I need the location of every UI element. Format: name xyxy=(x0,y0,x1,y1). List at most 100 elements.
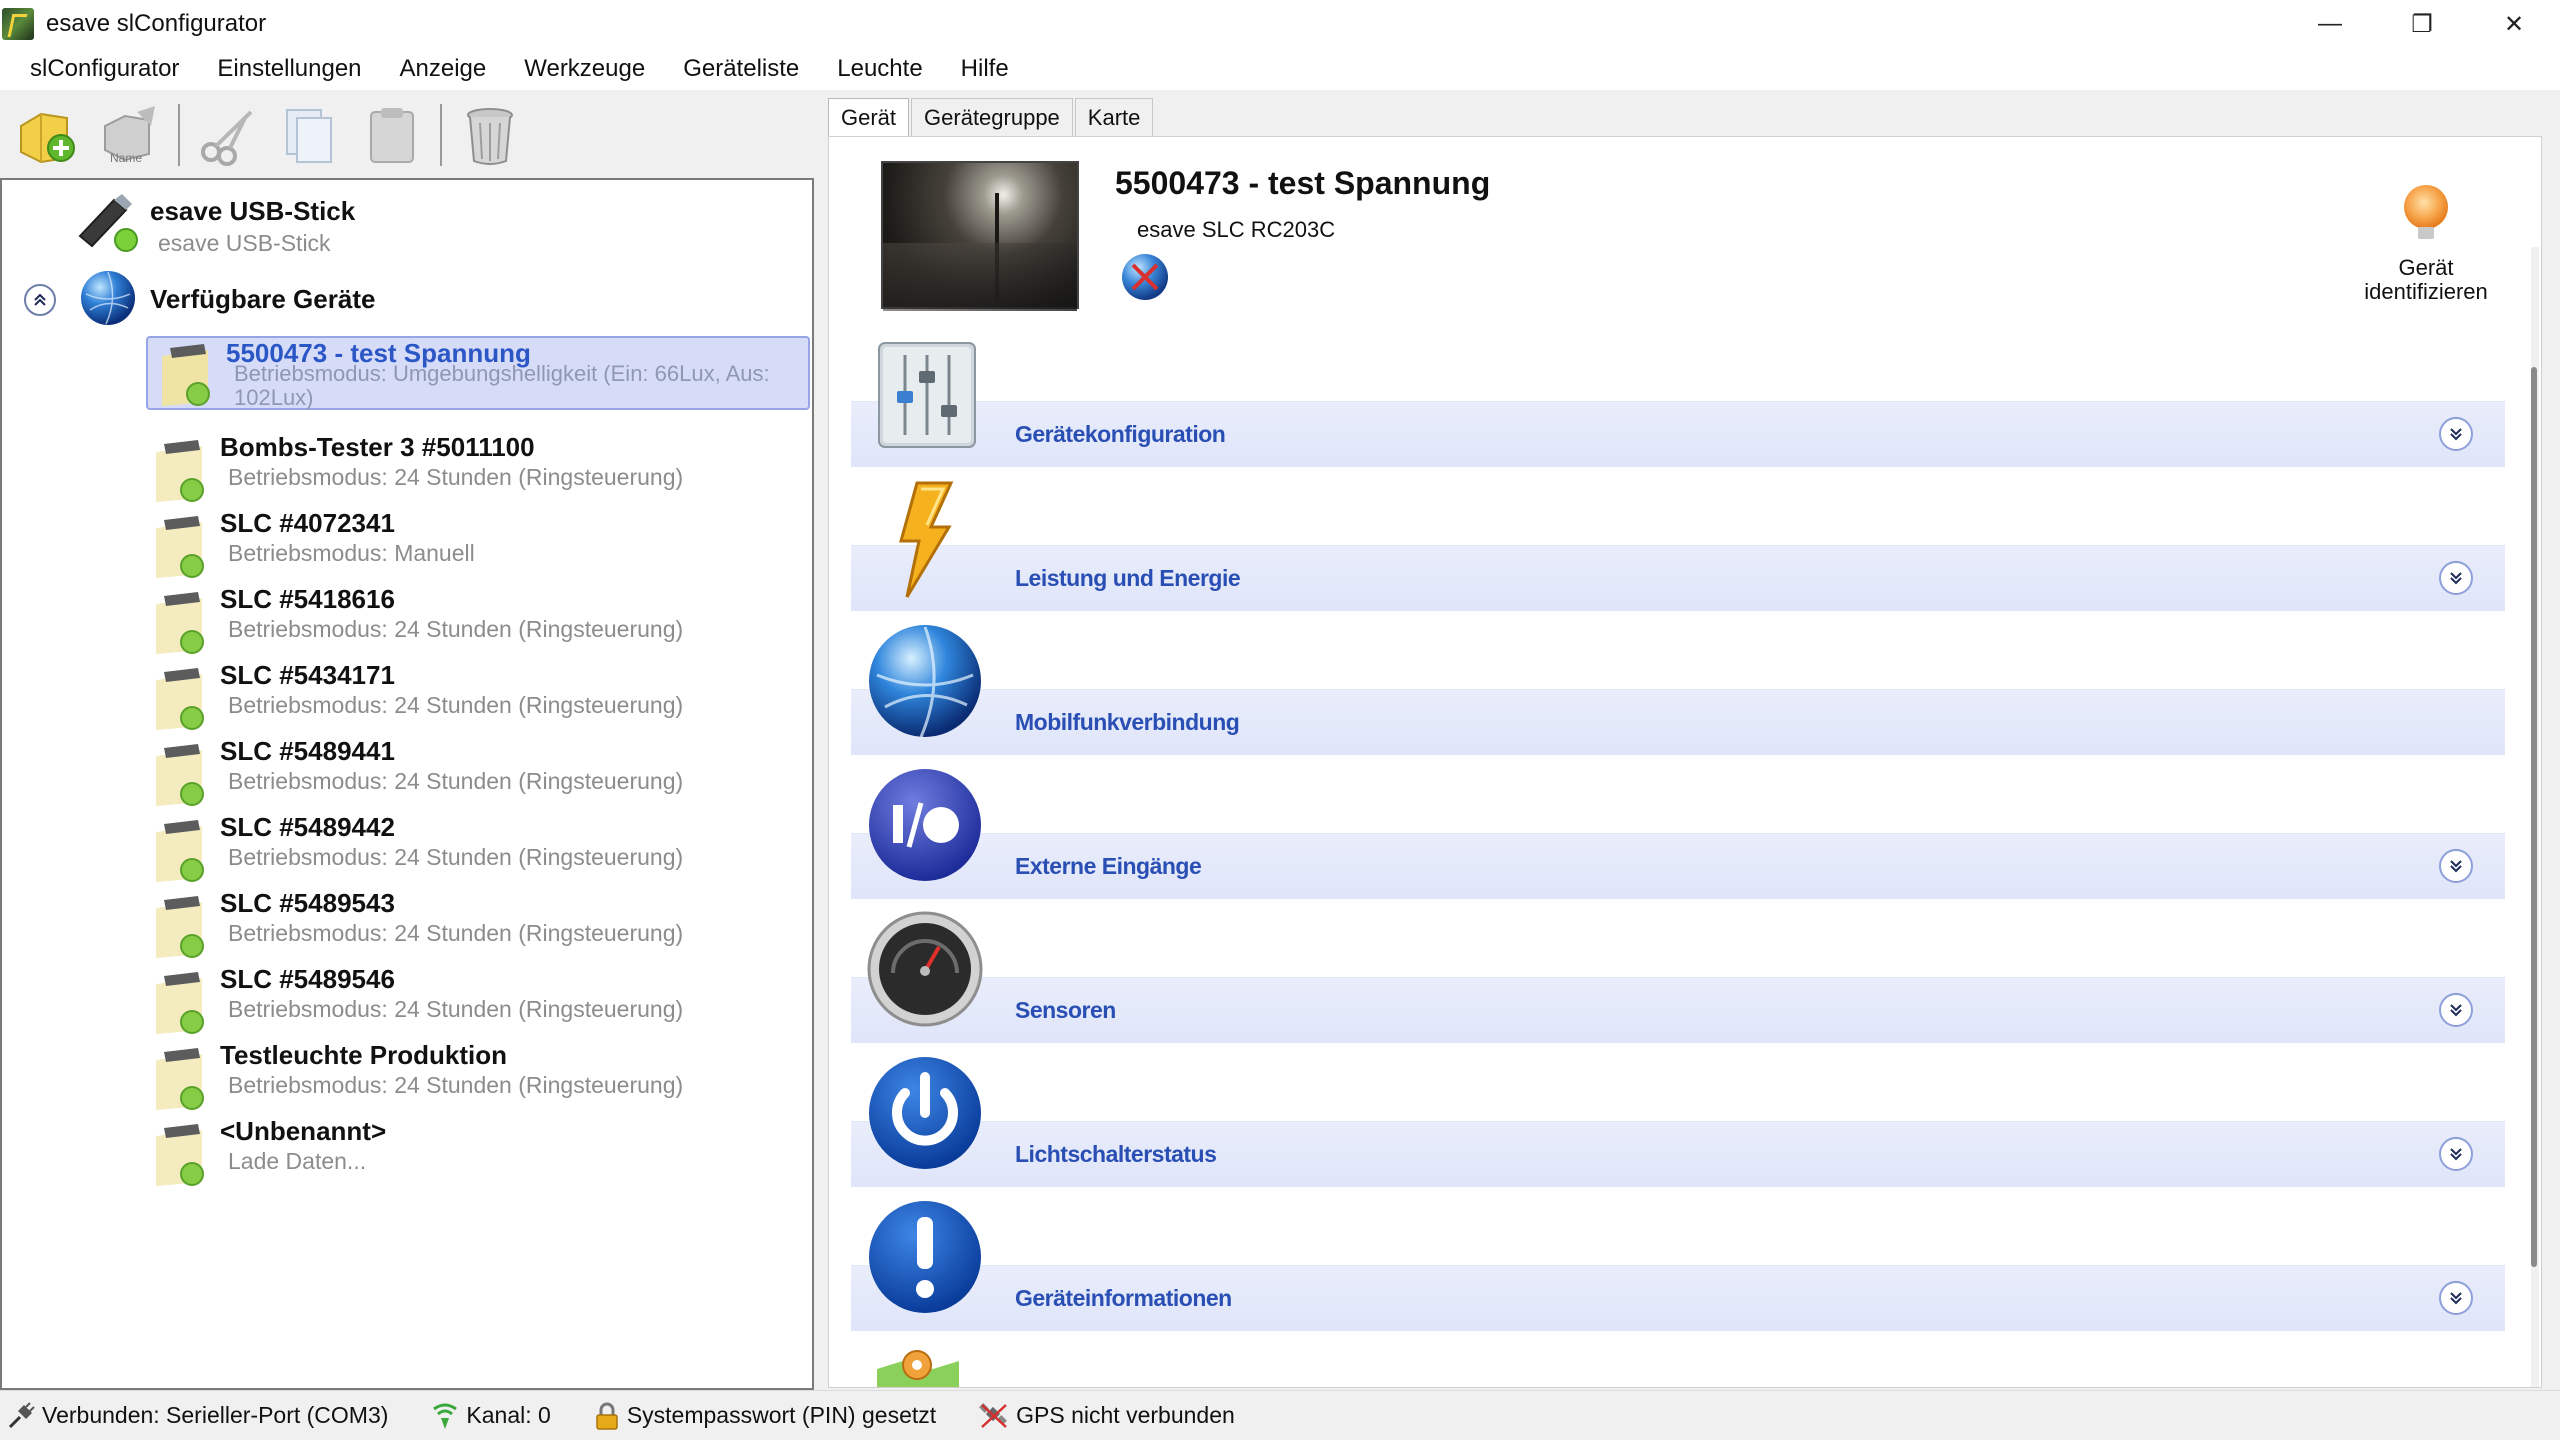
device-name: Testleuchte Produktion xyxy=(220,1040,507,1070)
sliders-icon xyxy=(878,342,976,448)
rename-caption: Name xyxy=(110,151,143,165)
status-connection: Verbunden: Serieller-Port (COM3) xyxy=(6,1401,388,1431)
delete-button[interactable] xyxy=(452,97,528,173)
section-sensoren[interactable]: Sensoren xyxy=(851,911,2505,1051)
device-name: Bombs-Tester 3 #5011100 xyxy=(220,432,535,462)
device-mode: Betriebsmodus: 24 Stunden (Ringsteuerung… xyxy=(228,996,684,1022)
device-item[interactable]: SLC #5418616 Betriebsmodus: 24 Stunden (… xyxy=(142,584,812,660)
identify-label-line1: Gerät xyxy=(2398,255,2454,280)
device-name: SLC #5489442 xyxy=(220,812,395,842)
luminaire-icon xyxy=(156,516,204,578)
expand-button[interactable] xyxy=(2439,1281,2473,1315)
device-model: esave SLC RC203C xyxy=(1137,217,1336,242)
lock-icon xyxy=(596,1402,618,1430)
rename-button[interactable]: Name xyxy=(92,97,168,173)
status-password: Systempasswort (PIN) gesetzt xyxy=(593,1401,936,1431)
section-leistung-energie[interactable]: Leistung und Energie xyxy=(851,479,2505,619)
device-item[interactable]: SLC #5489442 Betriebsmodus: 24 Stunden (… xyxy=(142,812,812,888)
status-channel-text: Kanal: 0 xyxy=(466,1402,551,1428)
menu-leuchte[interactable]: Leuchte xyxy=(823,49,936,89)
expand-button[interactable] xyxy=(2439,1137,2473,1171)
section-geraetekonfiguration[interactable]: Gerätekonfiguration xyxy=(851,335,2505,475)
expand-button[interactable] xyxy=(2439,417,2473,451)
menu-anzeige[interactable]: Anzeige xyxy=(386,49,501,89)
scrollbar-thumb[interactable] xyxy=(2531,367,2537,1267)
section-lichtschalterstatus[interactable]: Lichtschalterstatus xyxy=(851,1055,2505,1195)
device-item[interactable]: Bombs-Tester 3 #5011100 Betriebsmodus: 2… xyxy=(142,432,812,508)
satellite-off-icon xyxy=(979,1402,1008,1428)
restore-button[interactable]: ❐ xyxy=(2376,0,2468,48)
menu-einstellungen[interactable]: Einstellungen xyxy=(203,49,375,89)
device-detail-panel: 5500473 - test Spannung esave SLC RC203C… xyxy=(828,136,2542,1388)
chevron-down-icon xyxy=(2450,1292,2462,1305)
device-item[interactable]: SLC #5489546 Betriebsmodus: 24 Stunden (… xyxy=(142,964,812,1040)
add-device-icon xyxy=(20,112,75,164)
io-icon xyxy=(869,769,981,881)
expand-button[interactable] xyxy=(2439,561,2473,595)
lightning-icon xyxy=(899,481,954,598)
luminaire-icon xyxy=(156,896,204,958)
available-devices-title: Verfügbare Geräte xyxy=(150,284,376,314)
expand-button[interactable] xyxy=(2439,993,2473,1027)
menu-hilfe[interactable]: Hilfe xyxy=(947,49,1023,89)
map-pin-icon xyxy=(877,1350,959,1387)
minimize-button[interactable]: — xyxy=(2284,0,2376,48)
plug-icon xyxy=(8,1401,35,1428)
chevron-down-icon xyxy=(2450,1148,2462,1161)
close-button[interactable]: ✕ xyxy=(2468,0,2560,48)
luminaire-icon xyxy=(162,344,210,406)
device-item-selected[interactable]: 5500473 - test Spannung Betriebsmodus: U… xyxy=(146,336,810,410)
device-item[interactable]: Testleuchte Produktion Betriebsmodus: 24… xyxy=(142,1040,812,1116)
tab-karte[interactable]: Karte xyxy=(1074,98,1154,136)
section-label: Geräteinformationen xyxy=(1015,1285,1232,1311)
device-mode: Lade Daten... xyxy=(228,1148,367,1174)
luminaire-icon xyxy=(156,668,204,730)
info-icon xyxy=(869,1201,981,1313)
device-mode: Betriebsmodus: 24 Stunden (Ringsteuerung… xyxy=(228,616,684,642)
window-controls: — ❐ ✕ xyxy=(2284,0,2560,48)
status-channel: Kanal: 0 xyxy=(430,1401,551,1431)
usb-stick-subtitle: esave USB-Stick xyxy=(158,230,331,256)
chevron-down-icon xyxy=(2450,428,2462,441)
usb-stick-icon xyxy=(78,194,138,252)
menu-slconfigurator[interactable]: slConfigurator xyxy=(16,49,193,89)
menu-werkzeuge[interactable]: Werkzeuge xyxy=(510,49,659,89)
section-mobilfunkverbindung[interactable]: Mobilfunkverbindung xyxy=(851,623,2505,763)
section-label: Lichtschalterstatus xyxy=(1015,1141,1217,1167)
status-connection-text: Verbunden: Serieller-Port (COM3) xyxy=(42,1402,389,1428)
device-item[interactable]: SLC #5489543 Betriebsmodus: 24 Stunden (… xyxy=(142,888,812,964)
section-label: Externe Eingänge xyxy=(1015,853,1202,879)
device-item[interactable]: <Unbenannt> Lade Daten... xyxy=(142,1116,812,1192)
globe-icon xyxy=(81,271,135,325)
add-device-button[interactable] xyxy=(10,97,86,173)
section-label: Mobilfunkverbindung xyxy=(1015,709,1240,735)
available-devices-node[interactable]: Verfügbare Geräte xyxy=(2,266,812,346)
tab-geraet[interactable]: Gerät xyxy=(828,98,910,136)
usb-stick-node[interactable]: esave USB-Stick esave USB-Stick xyxy=(2,186,812,266)
device-mode: Betriebsmodus: 24 Stunden (Ringsteuerung… xyxy=(228,1072,684,1098)
collapse-toggle[interactable] xyxy=(24,284,56,316)
device-tree[interactable]: esave USB-Stick esave USB-Stick Verfügba… xyxy=(0,178,814,1390)
device-name: SLC #5489543 xyxy=(220,888,395,918)
device-name: <Unbenannt> xyxy=(220,1116,387,1146)
chevron-down-icon xyxy=(2450,1004,2462,1017)
device-item[interactable]: SLC #5434171 Betriebsmodus: 24 Stunden (… xyxy=(142,660,812,736)
toolbar-separator xyxy=(178,104,180,166)
device-item[interactable]: SLC #4072341 Betriebsmodus: Manuell xyxy=(142,508,812,584)
scissors-icon xyxy=(201,110,253,166)
section-externe-eingaenge[interactable]: Externe Eingänge xyxy=(851,767,2505,907)
cut-button[interactable] xyxy=(190,97,266,173)
copy-button[interactable] xyxy=(272,97,348,173)
tab-geraetegruppe[interactable]: Gerätegruppe xyxy=(911,98,1073,136)
tab-strip: Gerät Gerätegruppe Karte xyxy=(828,98,1155,136)
identify-device-button[interactable]: Gerät identifizieren xyxy=(2341,181,2511,304)
chevron-down-icon xyxy=(2450,860,2462,873)
device-mode: Betriebsmodus: 24 Stunden (Ringsteuerung… xyxy=(228,768,684,794)
expand-button[interactable] xyxy=(2439,849,2473,883)
paste-button[interactable] xyxy=(354,97,430,173)
section-geraeteinformationen[interactable]: Geräteinformationen xyxy=(851,1199,2505,1339)
luminaire-icon xyxy=(156,592,204,654)
device-item[interactable]: SLC #5489441 Betriebsmodus: 24 Stunden (… xyxy=(142,736,812,812)
usb-stick-title: esave USB-Stick xyxy=(150,196,356,226)
menu-geraeteliste[interactable]: Geräteliste xyxy=(669,49,813,89)
